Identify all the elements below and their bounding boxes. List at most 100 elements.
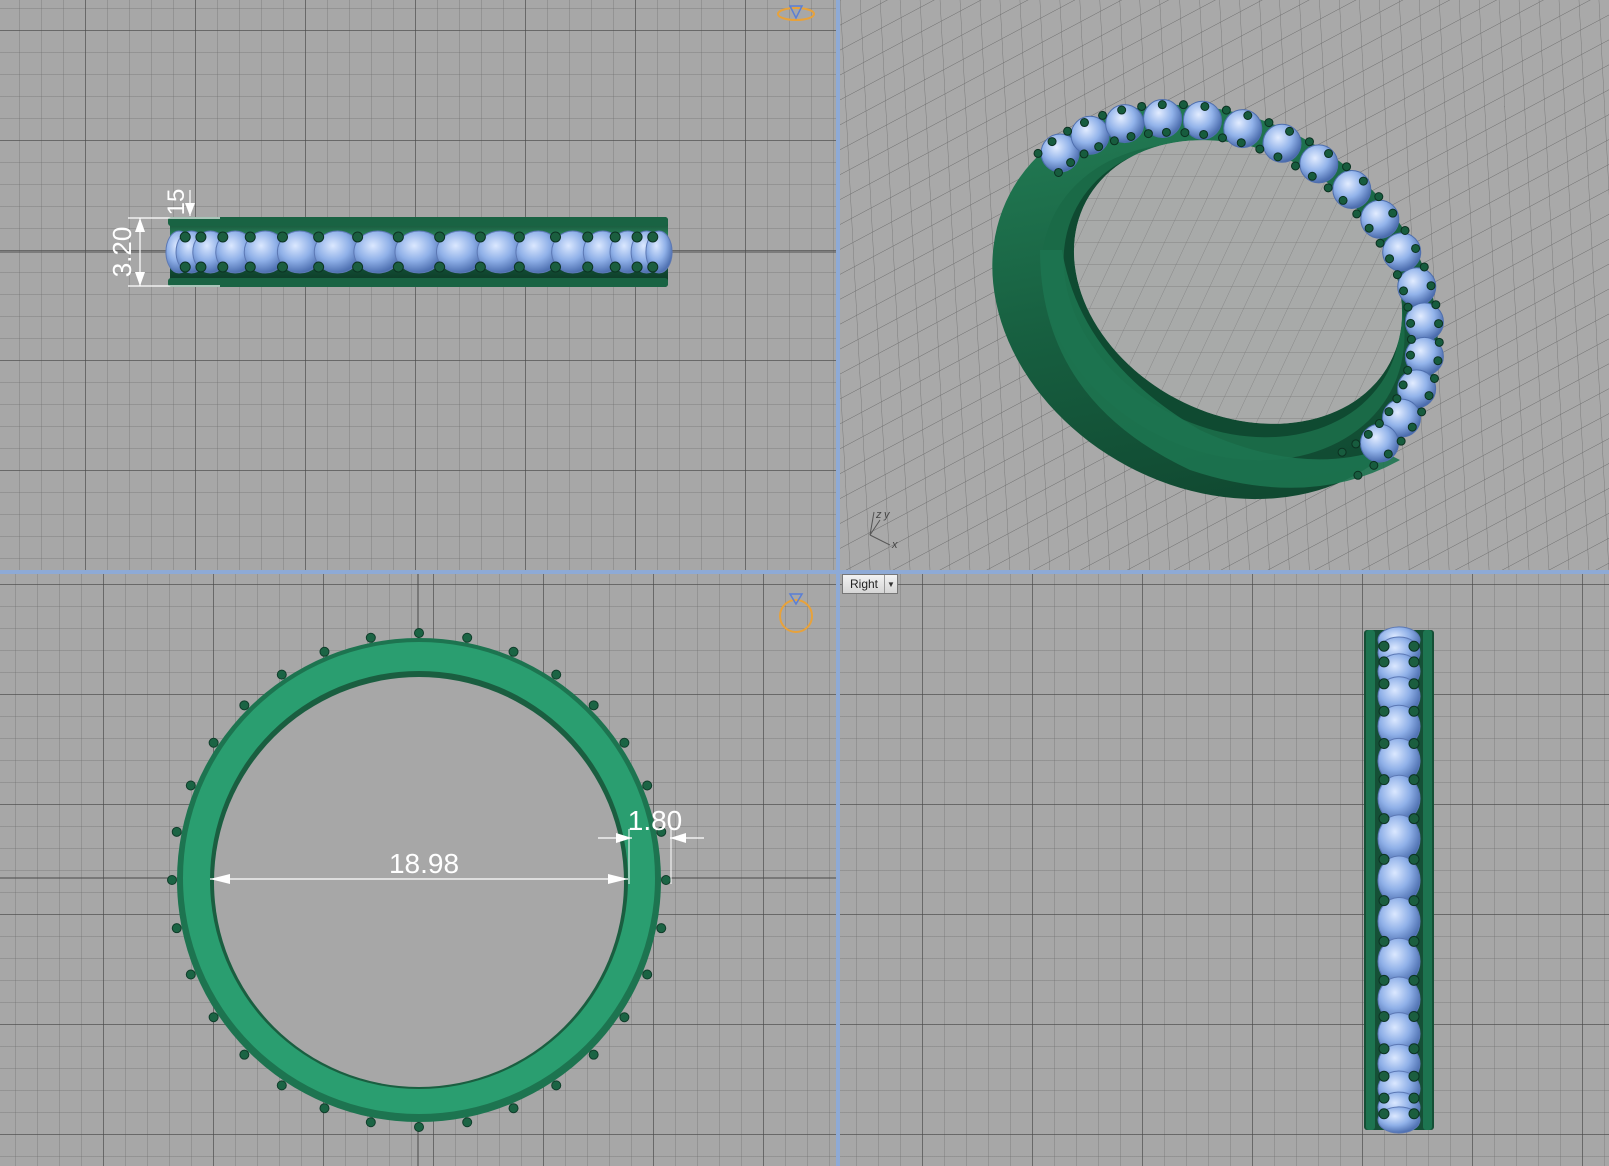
- prong: [1054, 167, 1064, 177]
- stone: [1360, 199, 1400, 239]
- prong: [414, 1122, 424, 1132]
- stone: [1332, 169, 1372, 209]
- prong: [1364, 223, 1374, 233]
- prong: [1374, 192, 1384, 202]
- chevron-down-icon[interactable]: ▼: [884, 575, 897, 593]
- prong: [1378, 640, 1390, 652]
- prong: [1408, 895, 1420, 907]
- prong: [1378, 974, 1390, 986]
- prong: [1378, 853, 1390, 865]
- prong: [1408, 974, 1420, 986]
- viewport-perspective[interactable]: z y x: [840, 0, 1609, 570]
- ring-gizmo-icon[interactable]: [777, 5, 815, 21]
- prong: [1137, 101, 1147, 111]
- prong: [1342, 162, 1352, 172]
- prong: [1429, 374, 1439, 384]
- prong: [1383, 449, 1393, 459]
- prong: [1408, 705, 1420, 717]
- prong: [365, 1117, 376, 1128]
- prong: [1406, 334, 1416, 344]
- prong: [508, 1103, 519, 1114]
- prong: [1126, 131, 1136, 141]
- prong: [1378, 895, 1390, 907]
- prong: [185, 969, 196, 980]
- prong: [1374, 419, 1384, 429]
- right-view-canvas: [1364, 626, 1434, 1134]
- prong: [179, 231, 191, 243]
- prong: [1378, 656, 1390, 668]
- ring-right-view: [1364, 626, 1434, 1134]
- prong: [1200, 101, 1210, 111]
- prong: [217, 261, 229, 273]
- viewport-top[interactable]: 3.20 15: [0, 0, 836, 570]
- prong: [1408, 853, 1420, 865]
- prong: [1079, 118, 1089, 128]
- prong: [1094, 142, 1104, 152]
- prong: [1117, 105, 1127, 115]
- prong: [647, 231, 659, 243]
- prong: [1378, 678, 1390, 690]
- prong: [1385, 254, 1395, 264]
- prong: [1143, 129, 1153, 139]
- prong: [1352, 209, 1362, 219]
- prong: [1378, 1108, 1390, 1120]
- prong: [1323, 183, 1333, 193]
- prong: [392, 231, 404, 243]
- prong: [1033, 148, 1043, 158]
- viewport-divider-vertical[interactable]: [836, 0, 840, 1166]
- stone: [1359, 423, 1399, 463]
- prong: [1161, 127, 1171, 137]
- prong: [1255, 144, 1265, 154]
- prong: [1358, 176, 1368, 186]
- prong: [1408, 813, 1420, 825]
- prong: [195, 231, 207, 243]
- prong: [1243, 110, 1253, 120]
- prong: [1408, 1070, 1420, 1082]
- prong: [365, 632, 376, 643]
- prong: [513, 261, 525, 273]
- prong: [551, 669, 562, 680]
- prong: [609, 261, 621, 273]
- prong: [1375, 238, 1385, 248]
- viewport-label-right[interactable]: Right ▼: [842, 574, 899, 594]
- prong: [1408, 1010, 1420, 1022]
- prong: [1273, 152, 1283, 162]
- prong: [1407, 422, 1417, 432]
- prong: [474, 261, 486, 273]
- prong: [1378, 1092, 1390, 1104]
- prong: [1324, 149, 1334, 159]
- prong: [1378, 1070, 1390, 1082]
- prong: [1098, 110, 1108, 120]
- prong: [642, 780, 653, 791]
- prong: [1403, 302, 1413, 312]
- prong: [1378, 813, 1390, 825]
- prong: [244, 231, 256, 243]
- prong: [549, 261, 561, 273]
- ring-gizmo-icon[interactable]: [779, 593, 813, 633]
- viewport-right[interactable]: [840, 574, 1609, 1166]
- prong: [642, 969, 653, 980]
- prong: [1378, 1043, 1390, 1055]
- prong: [582, 231, 594, 243]
- front-view-canvas: 18.98 1.80: [0, 574, 836, 1166]
- prong: [1417, 407, 1427, 417]
- prong: [631, 231, 643, 243]
- prong: [1433, 356, 1443, 366]
- prong: [1378, 705, 1390, 717]
- dim-small-label: 15: [163, 189, 190, 216]
- prong: [1378, 1010, 1390, 1022]
- prong: [1406, 318, 1416, 328]
- prong: [588, 1049, 599, 1060]
- prong: [1403, 365, 1413, 375]
- viewport-front[interactable]: 18.98 1.80: [0, 574, 836, 1166]
- ring-front-view: [167, 628, 671, 1132]
- viewport-divider-horizontal[interactable]: [0, 570, 1609, 574]
- prong: [1217, 133, 1227, 143]
- prong: [277, 231, 289, 243]
- prong: [656, 923, 667, 934]
- top-view-canvas: 3.20 15: [0, 5, 836, 287]
- prong: [319, 646, 330, 657]
- dim-band-width-label: 1.80: [628, 805, 683, 836]
- prong: [1157, 100, 1167, 110]
- prong: [1408, 738, 1420, 750]
